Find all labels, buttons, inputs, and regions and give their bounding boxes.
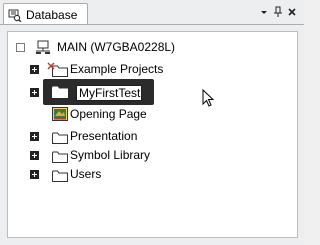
tree-item-label: Opening Page [70,107,147,121]
expand-toggle[interactable] [30,132,39,141]
folder-icon [52,131,68,144]
expand-toggle[interactable] [30,151,39,160]
database-tree[interactable]: MAIN (W7GBA0228L) Example Projects MyFir… [7,31,298,238]
dropdown-arrow-icon[interactable] [258,6,270,18]
tree-item-label: Users [70,167,102,181]
close-icon[interactable] [286,6,298,18]
tab-strip-divider [0,24,304,25]
tree-item-users[interactable]: Users [30,165,230,183]
database-panel: Database MAIN (W7GBA0228L) Example Proje… [0,0,304,245]
folder-icon [52,86,68,98]
computer-icon [35,39,51,55]
rename-input[interactable]: MyFirstTest [76,85,142,101]
rename-editor[interactable]: MyFirstTest [43,79,154,105]
tree-root-label: MAIN (W7GBA0228L) [57,40,176,54]
tree-item-label: Example Projects [70,62,164,76]
page-icon [52,107,68,121]
expand-toggle[interactable] [30,88,39,97]
database-icon [8,9,22,23]
tree-root-row[interactable]: MAIN (W7GBA0228L) [16,38,216,56]
collapse-toggle[interactable] [16,43,25,52]
red-x-icon [47,57,55,70]
tree-item-label: Symbol Library [70,148,151,162]
folder-icon [52,169,68,182]
mouse-pointer-icon [202,88,216,107]
tab-database[interactable]: Database [3,3,88,25]
tree-item-presentation[interactable]: Presentation [30,127,230,145]
tree-item-example-projects[interactable]: Example Projects [30,60,250,78]
expand-toggle[interactable] [30,65,39,74]
tab-label: Database [26,8,78,22]
pin-icon[interactable] [272,6,284,18]
tree-item-label: Presentation [70,129,138,143]
tree-item-opening-page[interactable]: Opening Page [30,105,230,123]
expand-toggle[interactable] [30,170,39,179]
tree-item-symbol-library[interactable]: Symbol Library [30,146,230,164]
folder-icon [52,150,68,163]
